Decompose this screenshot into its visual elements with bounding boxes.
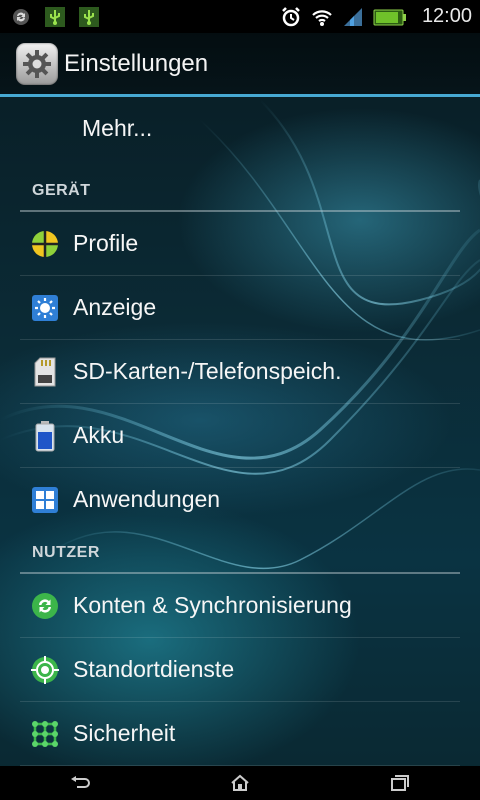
settings-gear-icon[interactable] [16,42,58,85]
list-item-security[interactable]: Sicherheit [20,702,460,766]
list-item-label: SD-Karten-/Telefonspeich. [73,358,342,384]
list-item-display[interactable]: Anzeige [20,276,460,340]
section-header-device: GERÄT [20,160,460,212]
list-item-label: Mehr... [82,115,153,141]
list-item-profiles[interactable]: Profile [20,212,460,276]
list-item-label: Konten & Synchronisierung [73,592,352,618]
display-brightness-icon [30,293,60,323]
usb-icon [44,6,66,28]
signal-icon [342,6,364,28]
battery-icon [373,6,407,28]
section-header-user: NUTZER [20,531,460,574]
list-item-more[interactable]: Mehr... [20,97,460,160]
home-icon[interactable] [210,768,270,798]
apps-grid-icon [30,485,60,515]
settings-list: Mehr... GERÄT Profile Anzeige SD-Karten-… [0,97,480,766]
recent-apps-icon[interactable] [370,768,430,798]
action-bar: Einstellungen [0,33,480,94]
list-item-apps[interactable]: Anwendungen [20,468,460,531]
list-item-label: Anzeige [73,294,157,320]
profiles-icon [30,229,60,259]
sync-icon [10,6,32,28]
sync-accounts-icon [30,591,60,621]
section-header-label: NUTZER [32,544,100,561]
alarm-icon [280,6,302,28]
list-item-label: Akku [73,422,125,448]
list-item-accounts-sync[interactable]: Konten & Synchronisierung [20,574,460,638]
navigation-bar [0,766,480,800]
security-pattern-icon [30,719,60,749]
list-item-label: Standortdienste [73,656,235,682]
list-item-battery[interactable]: Akku [20,404,460,468]
section-header-label: GERÄT [32,182,91,199]
list-item-storage[interactable]: SD-Karten-/Telefonspeich. [20,340,460,404]
back-icon[interactable] [50,768,110,798]
location-target-icon [30,655,60,685]
usb-debug-icon [78,6,100,28]
list-item-label: Profile [73,230,139,256]
list-item-label: Sicherheit [73,720,176,746]
page-title: Einstellungen [64,49,209,77]
battery-settings-icon [30,420,60,451]
sd-card-icon [30,357,60,387]
status-clock: 12:00 [421,5,472,27]
list-item-label: Anwendungen [73,486,221,512]
list-item-location[interactable]: Standortdienste [20,638,460,702]
status-bar: 12:00 [0,0,480,33]
wifi-icon [311,6,333,28]
